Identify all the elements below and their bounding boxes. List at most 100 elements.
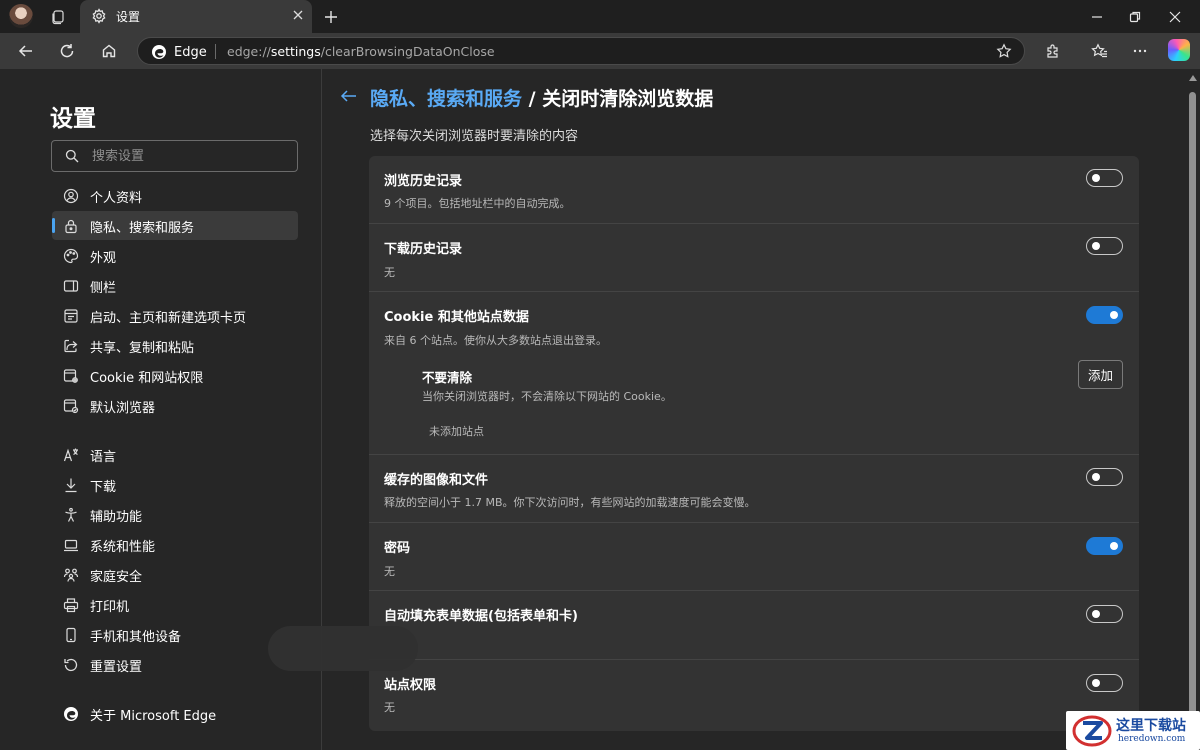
sidebar-item-family[interactable]: 家庭安全 (52, 560, 298, 589)
sidebar-item-sidebar[interactable]: 侧栏 (52, 271, 298, 300)
download-history-toggle[interactable] (1086, 237, 1123, 255)
back-arrow-icon (18, 45, 32, 57)
row-desc: 来自 6 个站点。使你从大多数站点退出登录。 (384, 334, 607, 347)
refresh-button[interactable] (53, 38, 81, 64)
gear-icon (91, 8, 107, 24)
sidebar-item-label: 语言 (90, 450, 117, 465)
back-button[interactable] (12, 38, 40, 64)
plus-icon (325, 11, 337, 23)
tab-settings[interactable]: 设置 (80, 0, 312, 33)
autofill-toggle[interactable] (1086, 605, 1123, 623)
url-text[interactable]: edge://settings/clearBrowsingDataOnClose (227, 44, 495, 59)
sidebar-item-share[interactable]: 共享、复制和粘贴 (52, 331, 298, 360)
download-icon (65, 478, 77, 493)
favorite-star-icon[interactable] (996, 43, 1012, 59)
sidebar-item-default-browser[interactable]: 默认浏览器 (52, 391, 298, 420)
row-title: 浏览历史记录 (384, 174, 463, 189)
more-menu-button[interactable] (1126, 38, 1154, 64)
sidebar-item-downloads[interactable]: 下载 (52, 470, 298, 499)
edge-logo-icon (64, 707, 78, 721)
scrollbar-thumb[interactable] (1189, 92, 1196, 740)
cached-files-toggle[interactable] (1086, 468, 1123, 486)
sidebar-item-start-home[interactable]: 启动、主页和新建选项卡页 (52, 301, 298, 330)
lock-icon (65, 219, 77, 234)
sidebar-item-label: 关于 Microsoft Edge (90, 709, 217, 724)
profile-avatar[interactable] (9, 4, 33, 28)
site-permissions-toggle[interactable] (1086, 674, 1123, 692)
new-tab-button[interactable] (318, 5, 344, 29)
watermark-logo-icon (1072, 714, 1112, 748)
row-desc: 无 (384, 565, 395, 578)
back-arrow-icon (340, 90, 356, 102)
sidebar-item-appearance[interactable]: 外观 (52, 241, 298, 270)
sidebar-title: 设置 (50, 106, 96, 132)
divider (369, 522, 1139, 523)
close-tab-icon[interactable] (292, 9, 304, 21)
search-icon (65, 149, 79, 163)
home-button[interactable] (95, 38, 123, 64)
url-host: settings (270, 44, 321, 59)
tab-title: 设置 (116, 10, 141, 24)
row-title: 密码 (384, 541, 411, 556)
search-input[interactable] (92, 146, 282, 166)
search-box[interactable] (51, 140, 298, 172)
sidebar-item-label: Cookie 和网站权限 (90, 371, 204, 386)
workspaces-icon (52, 10, 64, 25)
printer-icon (63, 598, 79, 613)
row-desc: 无 (384, 701, 395, 714)
scroll-up-icon[interactable] (1188, 74, 1198, 82)
share-icon (64, 339, 78, 353)
watermark-cn-text: 这里下载站 (1116, 718, 1186, 734)
palette-icon (63, 248, 79, 264)
breadcrumb-parent-link[interactable]: 隐私、搜索和服务 (370, 88, 522, 110)
divider (369, 291, 1139, 292)
default-browser-icon (63, 399, 79, 414)
address-divider (215, 44, 216, 59)
site-permissions-icon (63, 369, 78, 383)
sidebar-item-language[interactable]: 语言 (52, 440, 298, 469)
favorites-button[interactable] (1085, 38, 1113, 64)
overlay-shape (268, 626, 418, 671)
divider (369, 454, 1139, 455)
sidebar-item-phone[interactable]: 手机和其他设备 (52, 620, 298, 649)
dont-clear-title: 不要清除 (422, 370, 473, 385)
close-window-button[interactable] (1152, 0, 1198, 33)
passwords-toggle[interactable] (1086, 537, 1123, 555)
row-desc: 释放的空间小于 1.7 MB。你下次访问时，有些网站的加载速度可能会变慢。 (384, 496, 756, 509)
address-bar[interactable]: Edge edge://settings/clearBrowsingDataOn… (137, 37, 1025, 65)
refresh-icon (60, 44, 74, 58)
row-title: Cookie 和其他站点数据 (384, 310, 529, 325)
sidebar-item-profile[interactable]: 个人资料 (52, 181, 298, 210)
sidebar-item-system[interactable]: 系统和性能 (52, 530, 298, 559)
cookies-toggle[interactable] (1086, 306, 1123, 324)
sidebar-item-accessibility[interactable]: 辅助功能 (52, 500, 298, 529)
browsing-history-toggle[interactable] (1086, 169, 1123, 187)
page-title: 关闭时清除浏览数据 (542, 88, 714, 110)
divider (369, 590, 1139, 591)
sidebar-item-privacy[interactable]: 隐私、搜索和服务 (52, 211, 298, 240)
sidebar-item-about[interactable]: 关于 Microsoft Edge (52, 699, 298, 728)
divider (369, 223, 1139, 224)
workspaces-button[interactable] (45, 5, 71, 29)
profile-icon (63, 188, 79, 204)
home-window-icon (64, 309, 78, 323)
sidebar-item-label: 辅助功能 (90, 510, 143, 525)
sidebar-item-reset[interactable]: 重置设置 (52, 650, 298, 679)
back-to-privacy-button[interactable] (340, 88, 358, 104)
language-icon (63, 448, 78, 462)
add-site-button[interactable]: 添加 (1078, 360, 1123, 389)
home-icon (102, 44, 116, 58)
sidebar-item-cookies[interactable]: Cookie 和网站权限 (52, 361, 298, 390)
restore-icon (1129, 11, 1141, 22)
laptop-icon (64, 539, 78, 552)
watermark-en-text: heredown.com (1118, 734, 1186, 744)
reset-icon (64, 658, 78, 672)
sidebar-item-printers[interactable]: 打印机 (52, 590, 298, 619)
sidebar-item-label: 共享、复制和粘贴 (90, 341, 195, 356)
breadcrumb: 隐私、搜索和服务 / 关闭时清除浏览数据 (370, 84, 713, 111)
clear-on-close-card: 浏览历史记录 9 个项目。包括地址栏中的自动完成。 下载历史记录 无 Cooki… (369, 156, 1139, 731)
extensions-button[interactable] (1039, 38, 1067, 64)
copilot-icon[interactable] (1168, 39, 1190, 61)
family-icon (63, 568, 79, 582)
site-identity[interactable]: Edge (151, 44, 207, 60)
